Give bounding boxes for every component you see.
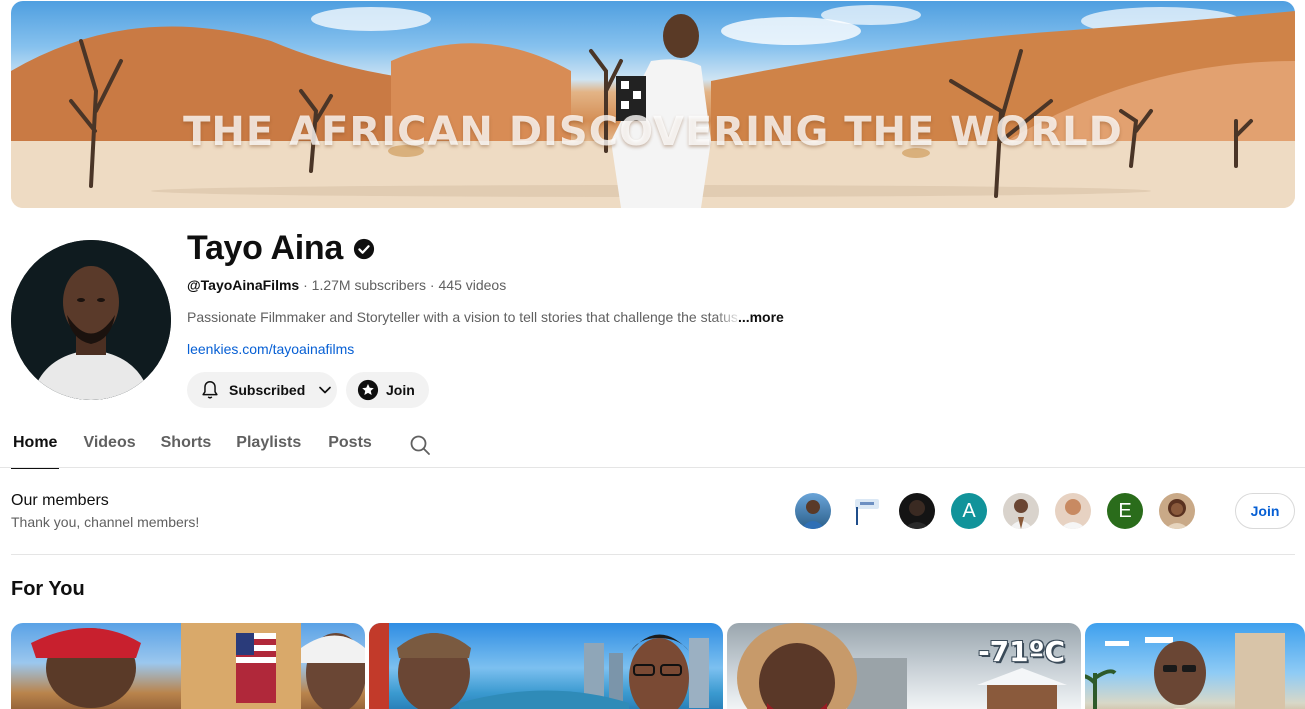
tab-home[interactable]: Home bbox=[11, 428, 60, 469]
video-thumbnail[interactable] bbox=[369, 623, 723, 709]
channel-link[interactable]: leenkies.com/tayoainafilms bbox=[187, 341, 354, 357]
member-avatar-letter-e: E bbox=[1118, 499, 1132, 522]
member-avatar-letter[interactable]: A bbox=[951, 493, 987, 529]
subscribed-label: Subscribed bbox=[229, 382, 306, 398]
member-avatar-letter[interactable]: E bbox=[1107, 493, 1143, 529]
tab-videos[interactable]: Videos bbox=[83, 428, 135, 468]
subscribed-button[interactable]: Subscribed bbox=[187, 372, 337, 408]
member-avatar[interactable] bbox=[1055, 493, 1091, 529]
member-avatar-letter-a: A bbox=[962, 499, 976, 522]
tabs-divider bbox=[0, 467, 1305, 468]
member-avatar[interactable] bbox=[795, 493, 831, 529]
banner-title: THE AFRICAN DISCOVERING THE WORLD bbox=[183, 109, 1123, 155]
members-join-button[interactable]: Join bbox=[1235, 493, 1295, 529]
chevron-down-icon bbox=[319, 386, 332, 394]
channel-meta: @TayoAinaFilms · 1.27M subscribers · 445… bbox=[187, 277, 506, 293]
members-title: Our members bbox=[11, 492, 109, 509]
channel-handle: @TayoAinaFilms bbox=[187, 277, 300, 293]
members-divider bbox=[11, 554, 1295, 555]
more-button[interactable]: ...more bbox=[738, 309, 784, 325]
meta-separator: · bbox=[299, 277, 312, 293]
verified-icon bbox=[353, 238, 375, 259]
description-text: Passionate Filmmaker and Storyteller wit… bbox=[187, 309, 701, 325]
description-fade: status bbox=[700, 309, 738, 325]
join-button[interactable]: Join bbox=[346, 372, 429, 408]
channel-description[interactable]: Passionate Filmmaker and Storyteller wit… bbox=[187, 309, 784, 325]
star-badge-icon bbox=[357, 379, 379, 401]
member-avatar[interactable] bbox=[899, 493, 935, 529]
meta-separator: · bbox=[426, 277, 439, 293]
channel-name: Tayo Aina bbox=[187, 229, 343, 267]
channel-name-row: Tayo Aina bbox=[187, 229, 375, 268]
video-count: 445 videos bbox=[438, 277, 507, 293]
members-subtitle: Thank you, channel members! bbox=[11, 514, 200, 530]
banner-landscape bbox=[11, 5, 1295, 208]
video-thumbnail[interactable] bbox=[1085, 623, 1305, 709]
bell-icon bbox=[202, 381, 218, 399]
section-title-for-you: For You bbox=[11, 578, 85, 600]
subscriber-count: 1.27M subscribers bbox=[311, 277, 427, 293]
thumbnail-overlay-text: -71ºC bbox=[978, 635, 1065, 668]
video-thumbnail[interactable]: -71ºC bbox=[727, 623, 1081, 709]
member-avatar[interactable] bbox=[1003, 493, 1039, 529]
video-thumbnail[interactable] bbox=[11, 623, 365, 709]
member-avatars: A E bbox=[795, 493, 1195, 529]
channel-tabs: Home Videos Shorts Playlists Posts bbox=[11, 428, 432, 469]
search-icon[interactable] bbox=[408, 433, 432, 457]
tab-shorts[interactable]: Shorts bbox=[161, 428, 212, 468]
member-avatar[interactable] bbox=[847, 493, 883, 529]
tab-playlists[interactable]: Playlists bbox=[236, 428, 301, 468]
join-label: Join bbox=[386, 382, 415, 398]
tab-posts[interactable]: Posts bbox=[328, 428, 372, 468]
channel-banner: THE AFRICAN DISCOVERING THE WORLD bbox=[11, 1, 1295, 208]
member-avatar[interactable] bbox=[1159, 493, 1195, 529]
channel-avatar[interactable] bbox=[11, 240, 171, 400]
